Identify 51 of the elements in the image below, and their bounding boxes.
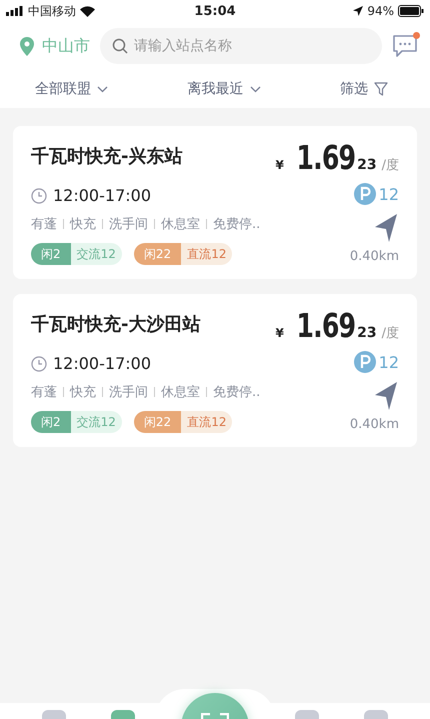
parking-count: 12 bbox=[378, 352, 399, 372]
search-icon bbox=[112, 38, 128, 54]
distance: 0.40km bbox=[350, 249, 399, 264]
amenity-label: 快充 bbox=[70, 384, 96, 401]
clock-icon bbox=[31, 188, 47, 204]
signal-icon bbox=[6, 6, 24, 16]
message-icon[interactable] bbox=[392, 34, 418, 58]
amenity-label: 休息室 bbox=[161, 216, 200, 233]
opening-hours: 12:00-17:00 bbox=[53, 186, 151, 205]
amenity-label: 有蓬 bbox=[31, 384, 57, 401]
parking-count: 12 bbox=[378, 184, 399, 204]
carrier-name: 中国移动 bbox=[28, 2, 76, 20]
price-unit: /度 bbox=[382, 157, 399, 174]
amenity-label: 休息室 bbox=[161, 384, 200, 401]
amenity-label: 洗手间 bbox=[109, 216, 148, 233]
battery-percent: 94% bbox=[367, 4, 394, 18]
clock-time: 15:04 bbox=[194, 4, 236, 18]
battery-icon bbox=[398, 5, 424, 17]
wifi-icon bbox=[80, 6, 95, 16]
chevron-down-icon bbox=[97, 86, 108, 92]
price: 1.69 bbox=[296, 138, 356, 177]
navigation-icon[interactable] bbox=[373, 381, 399, 411]
amenity-label: 洗手间 bbox=[109, 384, 148, 401]
amenity-label: 免费停.. bbox=[213, 384, 260, 401]
price-fraction: 23 bbox=[357, 157, 377, 173]
amenity-label: 免费停.. bbox=[213, 216, 260, 233]
search-field[interactable]: 请输入站点名称 bbox=[100, 28, 382, 64]
amenity-label: 快充 bbox=[70, 216, 96, 233]
navigation-icon[interactable] bbox=[373, 213, 399, 243]
opening-hours: 12:00-17:00 bbox=[53, 354, 151, 373]
station-card[interactable]: 千瓦时快充-大沙田站 12:00-17:00 有蓬 快充 洗手间 休息室 免费停.. 闲2 交流12 闲22 直流12 ¥ 1.69 23 /度 12 0.40km bbox=[13, 294, 417, 447]
parking-icon bbox=[354, 183, 376, 205]
location-arrow-icon bbox=[353, 6, 364, 16]
station-card[interactable]: 千瓦时快充-兴东站 12:00-17:00 有蓬 快充 洗手间 休息室 免费停.. 闲2 交流12 闲22 直流12 ¥ 1.69 23 /度 12 0.40km bbox=[13, 126, 417, 279]
price-unit: /度 bbox=[382, 325, 399, 342]
currency-symbol: ¥ bbox=[276, 158, 284, 172]
station-name: 千瓦时快充-大沙田站 bbox=[31, 313, 202, 336]
filter-dropdown[interactable]: 筛选 bbox=[340, 80, 388, 98]
funnel-icon bbox=[374, 82, 388, 96]
amenity-label: 有蓬 bbox=[31, 216, 57, 233]
clock-icon bbox=[31, 356, 47, 372]
chevron-down-icon bbox=[250, 86, 260, 92]
station-name: 千瓦时快充-兴东站 bbox=[31, 145, 184, 168]
filter-dropdown[interactable]: 全部联盟 bbox=[35, 80, 108, 98]
location-pin-icon bbox=[20, 36, 34, 56]
parking-icon bbox=[354, 351, 376, 373]
price-fraction: 23 bbox=[357, 325, 377, 341]
distance: 0.40km bbox=[350, 417, 399, 432]
currency-symbol: ¥ bbox=[276, 326, 284, 340]
filter-dropdown[interactable]: 离我最近 bbox=[188, 80, 260, 98]
price: 1.69 bbox=[296, 306, 356, 345]
